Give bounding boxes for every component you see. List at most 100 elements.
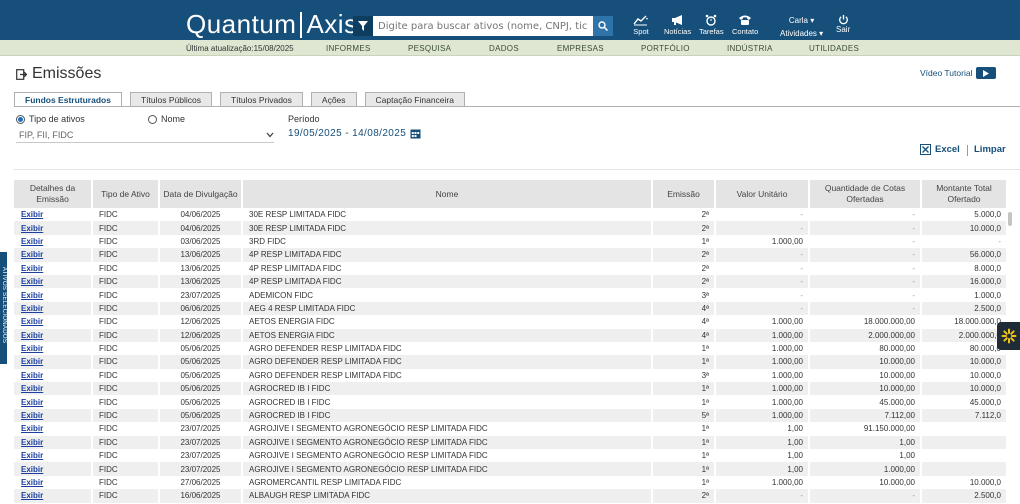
exibir-link[interactable]: Exibir	[14, 435, 93, 450]
cell-montante: 8.000,0	[922, 261, 1008, 275]
cell-tipo: FIDC	[93, 208, 160, 222]
cell-valor: 1.000,00	[716, 355, 810, 369]
cell-emissao: 5ª	[653, 408, 716, 423]
asset-type-select[interactable]: FIP, FII, FIDC	[16, 128, 274, 143]
exibir-link[interactable]: Exibir	[14, 408, 93, 423]
cell-tipo: FIDC	[93, 408, 160, 423]
exibir-link[interactable]: Exibir	[14, 489, 93, 503]
cell-data: 23/07/2025	[160, 435, 243, 450]
sparkle-icon	[1001, 328, 1016, 344]
header-tipo[interactable]: Tipo de Ativo	[93, 180, 160, 208]
radio-tipo-ativos[interactable]: Tipo de ativos	[16, 114, 85, 124]
nav-informes[interactable]: INFORMES	[326, 44, 371, 53]
nav-utilidades[interactable]: UTILIDADES	[809, 44, 859, 53]
cell-nome: AGRO DEFENDER RESP LIMITADA FIDC	[243, 355, 653, 369]
exibir-link[interactable]: Exibir	[14, 449, 93, 463]
logout-button[interactable]: Sair	[836, 14, 850, 34]
nav-industria[interactable]: INDÚSTRIA	[727, 44, 773, 53]
exibir-link[interactable]: Exibir	[14, 328, 93, 342]
exibir-link[interactable]: Exibir	[14, 261, 93, 275]
cell-tipo: FIDC	[93, 274, 160, 289]
cell-tipo: FIDC	[93, 462, 160, 476]
tab-titulos-publicos[interactable]: Títulos Públicos	[129, 92, 212, 106]
exibir-link[interactable]: Exibir	[14, 462, 93, 476]
header-valor[interactable]: Valor Unitário	[716, 180, 810, 208]
exibir-link[interactable]: Exibir	[14, 208, 93, 222]
exibir-link[interactable]: Exibir	[14, 221, 93, 235]
table-row: Exibir FIDC 06/06/2025 AEG 4 RESP LIMITADA …	[14, 301, 1020, 316]
app-logo[interactable]: Quantum Axis	[186, 9, 358, 40]
exibir-link[interactable]: Exibir	[14, 288, 93, 302]
nav-portfolio[interactable]: PORTFÓLIO	[641, 44, 690, 53]
period-picker[interactable]: 19/05/2025 - 14/08/2025	[288, 128, 421, 139]
search-input[interactable]	[373, 16, 593, 36]
cell-valor: 1.000,00	[716, 341, 810, 356]
radio-tipo-label: Tipo de ativos	[29, 114, 85, 124]
asset-type-value: FIP, FII, FIDC	[19, 130, 74, 140]
tab-fundos-estruturados[interactable]: Fundos Estruturados	[14, 92, 122, 107]
table-scrollbar[interactable]	[1007, 208, 1013, 504]
cell-montante	[922, 422, 1008, 436]
user-menu[interactable]: Carla ▾ Atividades ▾	[780, 14, 823, 40]
spot-icon	[633, 15, 648, 26]
search-button[interactable]	[593, 16, 613, 36]
cell-data: 13/06/2025	[160, 261, 243, 275]
cell-emissao: 3ª	[653, 368, 716, 383]
cell-valor: 1.000,00	[716, 382, 810, 396]
assistant-widget[interactable]	[997, 322, 1020, 350]
header-data[interactable]: Data de Divulgação	[160, 180, 243, 208]
spot-button[interactable]: Spot	[633, 14, 649, 36]
exibir-link[interactable]: Exibir	[14, 274, 93, 289]
table-row: Exibir FIDC 05/06/2025 AGROCRED IB I FIDC 1ª…	[14, 382, 1020, 396]
exibir-link[interactable]: Exibir	[14, 382, 93, 396]
exibir-link[interactable]: Exibir	[14, 301, 93, 316]
exibir-link[interactable]: Exibir	[14, 315, 93, 329]
header-montante[interactable]: Montante Total Ofertado	[922, 180, 1008, 208]
header-quantidade[interactable]: Quantidade de Cotas Ofertadas	[810, 180, 922, 208]
exibir-link[interactable]: Exibir	[14, 234, 93, 249]
exibir-link[interactable]: Exibir	[14, 355, 93, 369]
exibir-link[interactable]: Exibir	[14, 422, 93, 436]
news-button[interactable]: Notícias	[664, 14, 691, 36]
header-nome[interactable]: Nome	[243, 180, 653, 208]
cell-data: 12/06/2025	[160, 328, 243, 342]
radio-nome[interactable]: Nome	[148, 114, 185, 124]
cell-tipo: FIDC	[93, 382, 160, 396]
cell-data: 05/06/2025	[160, 355, 243, 369]
tab-bar: Fundos Estruturados Títulos Públicos Tít…	[14, 92, 473, 107]
cell-valor: 1,00	[716, 435, 810, 450]
nav-empresas[interactable]: EMPRESAS	[557, 44, 604, 53]
exibir-link[interactable]: Exibir	[14, 368, 93, 383]
table-row: Exibir FIDC 05/06/2025 AGROCRED IB I FIDC 5ª…	[14, 408, 1020, 423]
filter-icon[interactable]	[353, 16, 373, 36]
tab-acoes[interactable]: Ações	[310, 92, 357, 106]
cell-montante: 45.000,0	[922, 395, 1008, 409]
selected-assets-label: ATIVOS SELECIONADOS	[1, 266, 7, 344]
contact-button[interactable]: Contato	[732, 14, 758, 36]
cell-quantidade: 10.000,00	[810, 368, 922, 383]
header-detalhes[interactable]: Detalhes da Emissão	[14, 180, 93, 208]
exibir-link[interactable]: Exibir	[14, 248, 93, 262]
cell-quantidade: 91.150.000,00	[810, 422, 922, 436]
exibir-link[interactable]: Exibir	[14, 341, 93, 356]
exibir-link[interactable]: Exibir	[14, 475, 93, 490]
cell-emissao: 4ª	[653, 328, 716, 342]
cell-tipo: FIDC	[93, 368, 160, 383]
nav-dados[interactable]: DADOS	[489, 44, 519, 53]
clear-button[interactable]: Limpar	[974, 144, 1006, 155]
selected-assets-tab[interactable]: ATIVOS SELECIONADOS	[0, 252, 7, 364]
nav-pesquisa[interactable]: PESQUISA	[408, 44, 451, 53]
tab-titulos-privados[interactable]: Títulos Privados	[219, 92, 303, 106]
excel-export-button[interactable]: Excel	[920, 144, 960, 155]
tab-captacao-financeira[interactable]: Captação Financeira	[364, 92, 465, 106]
cell-valor: 1.000,00	[716, 315, 810, 329]
table-row: Exibir FIDC 05/06/2025 AGROCRED IB I FIDC 1ª…	[14, 395, 1020, 409]
header-emissao[interactable]: Emissão	[653, 180, 716, 208]
tasks-button[interactable]: Tarefas	[699, 14, 724, 36]
cell-quantidade: -	[810, 301, 922, 316]
last-update: Última atualização:15/08/2025	[186, 44, 294, 53]
cell-emissao: 2ª	[653, 208, 716, 222]
scrollbar-thumb[interactable]	[1008, 212, 1012, 226]
exibir-link[interactable]: Exibir	[14, 395, 93, 409]
video-tutorial-link[interactable]: Vídeo Tutorial	[920, 67, 997, 79]
